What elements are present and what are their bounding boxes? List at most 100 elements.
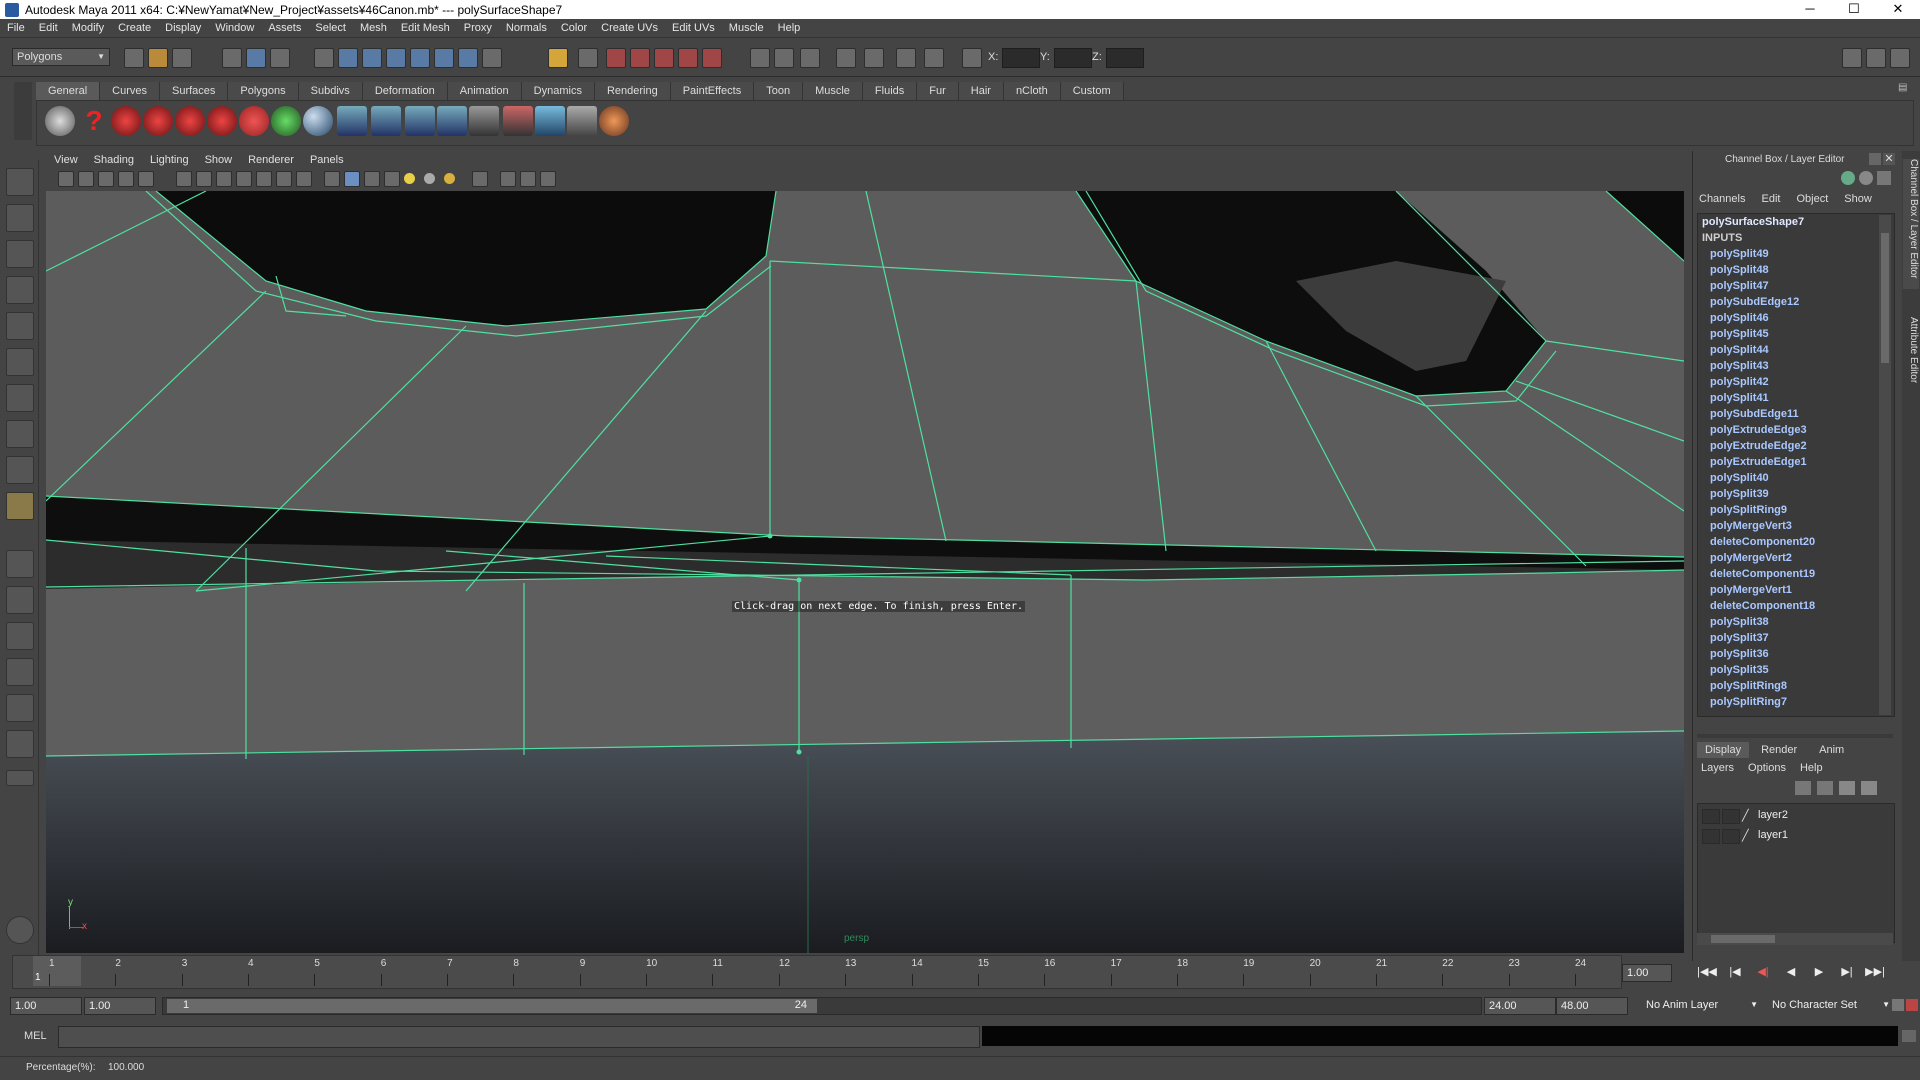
save-scene-icon[interactable] <box>172 48 192 68</box>
select-vertex-face-icon[interactable] <box>434 48 454 68</box>
toggle-tool-settings-icon[interactable] <box>1866 48 1886 68</box>
layer-row[interactable]: ╱ layer1 <box>1702 828 1890 844</box>
perspective-viewport[interactable]: Click-drag on next edge. To finish, pres… <box>46 191 1684 953</box>
select-face-icon[interactable] <box>386 48 406 68</box>
open-scene-icon[interactable] <box>148 48 168 68</box>
menu-file[interactable]: File <box>0 22 32 34</box>
tab-fur[interactable]: Fur <box>917 82 959 100</box>
cb-menu-object[interactable]: Object <box>1796 193 1828 205</box>
script-editor-icon[interactable] <box>1902 1030 1916 1042</box>
panel-close-icon[interactable]: ✕ <box>1883 153 1895 165</box>
toggle-channel-box-icon[interactable] <box>1890 48 1910 68</box>
layer-visibility-toggle[interactable] <box>1702 809 1720 824</box>
shadows-icon[interactable] <box>444 173 455 184</box>
cb-input-item[interactable]: polySubdEdge12 <box>1698 294 1894 310</box>
camera-select-icon[interactable] <box>58 171 74 187</box>
step-forward-key-button[interactable]: ▶| <box>1836 964 1858 980</box>
field-chart-icon[interactable] <box>256 171 272 187</box>
panel-splitter[interactable] <box>1697 734 1893 738</box>
tab-fluids[interactable]: Fluids <box>862 82 918 100</box>
menu-normals[interactable]: Normals <box>499 22 554 34</box>
menu-help[interactable]: Help <box>771 22 808 34</box>
cb-input-item[interactable]: polySplit45 <box>1698 326 1894 342</box>
panel-float-icon[interactable] <box>1869 153 1881 165</box>
tab-subdivs[interactable]: Subdivs <box>298 82 363 100</box>
layer-name[interactable]: layer2 <box>1758 809 1788 821</box>
channel-box-list[interactable]: polySurfaceShape7 INPUTS polySplit49 poly… <box>1697 213 1895 717</box>
image-plane-icon[interactable] <box>118 171 134 187</box>
select-by-hierarchy-icon[interactable] <box>222 48 242 68</box>
play-backwards-button[interactable]: ◀ <box>1780 964 1802 980</box>
channel-box-icon-1[interactable] <box>1841 171 1855 185</box>
cb-menu-edit[interactable]: Edit <box>1761 193 1780 205</box>
brush-paint-4-icon[interactable] <box>207 106 237 136</box>
cb-input-item[interactable]: polySplit47 <box>1698 278 1894 294</box>
cb-input-item[interactable]: polyExtrudeEdge2 <box>1698 438 1894 454</box>
tab-rendering[interactable]: Rendering <box>594 82 671 100</box>
maximize-button[interactable]: ☐ <box>1832 0 1876 19</box>
last-tool-icon[interactable] <box>6 916 34 944</box>
layer-color-icon[interactable]: ╱ <box>1742 809 1756 822</box>
close-button[interactable]: ✕ <box>1876 0 1920 19</box>
range-slider[interactable]: 1 24 <box>162 997 1482 1015</box>
layer-menu-layers[interactable]: Layers <box>1701 762 1734 774</box>
film-reel-icon[interactable] <box>45 106 75 136</box>
xray-active-icon[interactable] <box>540 171 556 187</box>
highlight-selection-icon[interactable] <box>578 48 598 68</box>
show-manipulator-icon[interactable] <box>6 456 34 484</box>
brush-paint-3-icon[interactable] <box>175 106 205 136</box>
menu-edit[interactable]: Edit <box>32 22 65 34</box>
layer-name[interactable]: layer1 <box>1758 829 1788 841</box>
grid-toggle-icon[interactable] <box>176 171 192 187</box>
layout-graph-icon[interactable] <box>6 658 34 686</box>
menu-edit-mesh[interactable]: Edit Mesh <box>394 22 457 34</box>
start-time-field[interactable]: 1.00 <box>10 997 82 1015</box>
layout-single-icon[interactable] <box>6 550 34 578</box>
tab-polygons[interactable]: Polygons <box>228 82 299 100</box>
tab-surfaces[interactable]: Surfaces <box>159 82 229 100</box>
tab-dynamics[interactable]: Dynamics <box>521 82 595 100</box>
layer-row[interactable]: ╱ layer2 <box>1702 808 1890 824</box>
go-to-start-button[interactable]: |◀◀ <box>1696 964 1718 980</box>
layer-hscrollbar-thumb[interactable] <box>1711 935 1775 943</box>
wireframe-on-shaded-icon[interactable] <box>364 171 380 187</box>
cb-input-item[interactable]: polySplit48 <box>1698 262 1894 278</box>
layout-custom-icon[interactable] <box>6 730 34 758</box>
cb-input-item[interactable]: polySplit42 <box>1698 374 1894 390</box>
tab-layer-anim[interactable]: Anim <box>1809 742 1854 758</box>
default-light-icon[interactable] <box>404 173 415 184</box>
command-language-label[interactable]: MEL <box>24 1030 47 1042</box>
menu-assets[interactable]: Assets <box>261 22 308 34</box>
menu-create-uvs[interactable]: Create UVs <box>594 22 665 34</box>
vp-menu-view[interactable]: View <box>46 154 86 166</box>
tab-toon[interactable]: Toon <box>754 82 804 100</box>
soft-modify-icon[interactable] <box>6 420 34 448</box>
select-misc-icon[interactable] <box>458 48 478 68</box>
tab-general[interactable]: General <box>36 82 101 100</box>
cb-input-item[interactable]: polyExtrudeEdge1 <box>1698 454 1894 470</box>
snap-to-view-plane-icon[interactable] <box>678 48 698 68</box>
z-field[interactable] <box>1106 48 1144 68</box>
layer-menu-help[interactable]: Help <box>1800 762 1823 774</box>
select-uv-icon[interactable] <box>410 48 430 68</box>
menu-color[interactable]: Color <box>554 22 594 34</box>
cb-input-item[interactable]: polySplit40 <box>1698 470 1894 486</box>
cb-object-name[interactable]: polySurfaceShape7 <box>1698 214 1894 230</box>
make-live-icon[interactable] <box>702 48 722 68</box>
render-settings-icon[interactable] <box>864 48 884 68</box>
move-tool-icon[interactable] <box>6 276 34 304</box>
textured-icon[interactable] <box>384 171 400 187</box>
cb-input-item[interactable]: deleteComponent19 <box>1698 566 1894 582</box>
camera-attributes-icon[interactable] <box>78 171 94 187</box>
lock-selection-icon[interactable] <box>548 48 568 68</box>
selection-mask-icon[interactable] <box>314 48 334 68</box>
isolate-select-icon[interactable] <box>500 171 516 187</box>
shelf-tab-menu-icon[interactable]: ▤ <box>1898 82 1912 96</box>
y-field[interactable] <box>1054 48 1092 68</box>
vp-menu-lighting[interactable]: Lighting <box>142 154 197 166</box>
tab-ncloth[interactable]: nCloth <box>1003 82 1061 100</box>
menu-muscle[interactable]: Muscle <box>722 22 771 34</box>
select-by-component-icon[interactable] <box>270 48 290 68</box>
auto-key-icon[interactable] <box>1892 999 1904 1011</box>
xray-joints-icon[interactable] <box>520 171 536 187</box>
